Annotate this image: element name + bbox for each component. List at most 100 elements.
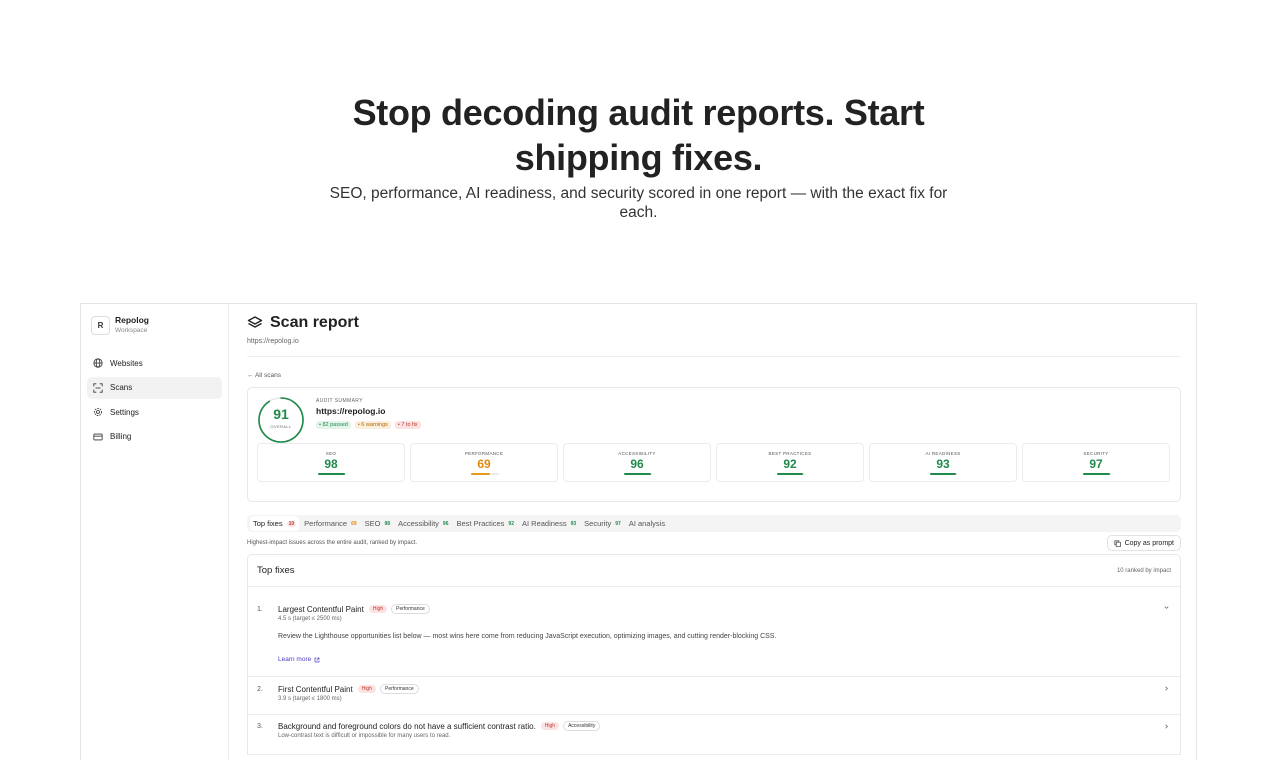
sidebar-item-label: Websites [110,358,143,368]
fix-item-1[interactable]: 1. Largest Contentful Paint High Perform… [248,587,1180,677]
summary-url: https://repolog.io [316,406,386,416]
sidebar: R Repolog Workspace Websites Scans Setti… [81,304,229,760]
category-score: 98 [324,457,338,471]
fix-subtitle: Low-contrast text is difficult or imposs… [278,733,451,739]
copy-icon [1114,540,1121,547]
category-bar [624,473,652,475]
category-card-seo[interactable]: SEO 98 [257,443,405,482]
severity-badge: High [368,605,388,613]
fix-title: Background and foreground colors do not … [278,721,536,731]
chevron-right-icon[interactable] [1163,723,1170,730]
fix-subtitle: 3.9 s (target ≤ 1800 ms) [278,696,342,702]
tab-ai-readiness[interactable]: AI Readiness 93 [519,516,579,531]
credit-card-icon [93,433,103,440]
category-name: SEO [325,451,337,456]
category-name: AI Readiness [925,451,961,456]
tab-count: 93 [570,520,577,527]
sidebar-item-label: Billing [110,432,132,441]
sidebar-item-websites[interactable]: Websites [87,352,222,374]
hero: Stop decoding audit reports. Start shipp… [0,90,1277,222]
category-card-ai-readiness[interactable]: AI Readiness 93 [869,443,1017,482]
tab-label: Top fixes [253,519,283,528]
sidebar-item-settings[interactable]: Settings [87,401,222,423]
gear-icon [93,407,103,417]
workspace-switcher[interactable]: R Repolog Workspace [81,304,228,336]
category-bar [1083,473,1111,475]
tab-count: 10 [286,520,297,527]
category-name: Performance [464,451,504,456]
tab-label: Performance [304,519,348,528]
category-name: Security [1083,451,1109,456]
category-scores: SEO 98 Performance 69 Accessibility 96 B… [257,443,1170,482]
fix-title: Largest Contentful Paint [278,604,364,614]
copy-as-prompt-button[interactable]: Copy as prompt [1106,535,1181,551]
tab-label: Security [584,519,612,528]
category-bar-fill [471,473,491,475]
tab-performance[interactable]: Performance 69 [301,516,360,531]
fix-item-3[interactable]: 3. Background and foreground colors do n… [248,715,1180,755]
severity-badge: High [540,722,560,730]
tab-label: AI Readiness [521,519,567,528]
tab-security[interactable]: Security 97 [581,516,624,531]
tab-label: Accessibility [398,519,439,528]
sidebar-item-billing[interactable]: Billing [87,426,222,448]
back-link[interactable]: ← All scans [247,372,1181,379]
hero-title: Stop decoding audit reports. Start shipp… [352,92,925,178]
app-window: R Repolog Workspace Websites Scans Setti… [80,303,1197,760]
workspace-subtitle: Workspace [115,327,148,334]
tab-ai-analysis[interactable]: AI analysis [626,516,668,531]
chevron-down-icon[interactable] [1163,604,1170,611]
tab-accessibility[interactable]: Accessibility 96 [395,516,451,531]
learn-more-label: Learn more [278,656,312,663]
category-card-performance[interactable]: Performance 69 [410,443,558,482]
tab-count: 92 [508,520,514,527]
category-score: 97 [1089,457,1103,471]
category-bar [930,473,958,475]
sidebar-nav: Websites Scans Settings Billing [81,352,228,448]
summary-kicker: AUDIT SUMMARY [316,398,363,404]
category-bar-fill [777,473,803,475]
category-score: 96 [630,457,644,471]
tab-count: 98 [384,520,391,527]
fix-index: 3. [257,723,263,730]
category-bar-fill [318,473,346,475]
external-link-icon [314,657,320,662]
sidebar-item-label: Settings [110,407,139,417]
sidebar-item-scans[interactable]: Scans [87,376,222,399]
learn-more-link[interactable]: Learn more [278,656,1171,663]
category-card-best-practices[interactable]: Best Practices 92 [716,443,864,482]
category-bar-fill [624,473,651,475]
to-fix-chip: • 7 to fix [394,421,421,429]
category-card-accessibility[interactable]: Accessibility 96 [563,443,711,482]
category-score: 69 [477,457,491,471]
audit-summary-card: 91 OVERALL AUDIT SUMMARY https://repolog… [247,387,1181,502]
severity-badge: High [357,685,376,693]
tab-description: Highest-impact issues across the entire … [247,540,418,546]
category-badge: Performance [391,604,430,614]
category-score: 92 [783,457,797,471]
overall-label: OVERALL [270,424,292,429]
tab-label: Best Practices [456,519,505,528]
overall-score: 91 [273,406,289,422]
scan-icon [93,382,103,393]
fix-item-2[interactable]: 2. First Contentful Paint High Performan… [248,677,1180,715]
workspace-avatar: R [91,316,110,335]
category-bar-fill [1083,473,1111,475]
tab-label: AI analysis [628,519,666,528]
category-bar-fill [930,473,957,475]
chevron-right-icon[interactable] [1163,685,1170,692]
tab-best-practices[interactable]: Best Practices 92 [453,516,517,531]
category-score: 93 [936,457,950,471]
report-url: https://repolog.io [247,338,299,345]
top-fixes-panel: Top fixes 10 ranked by impact 1. Largest… [247,554,1181,755]
tab-top-fixes[interactable]: Top fixes 10 [250,516,300,531]
report-tabs: Top fixes 10 Performance 69 SEO 98 Accessib… [247,515,1181,532]
sidebar-item-label: Scans [110,383,133,392]
tab-count: 97 [615,520,621,527]
category-card-security[interactable]: Security 97 [1022,443,1170,482]
tab-seo[interactable]: SEO 98 [362,516,393,531]
main-content: Scan report https://repolog.io ← All sca… [247,304,1181,760]
tab-label: SEO [364,519,381,528]
fixes-title: Top fixes [257,565,295,576]
divider [247,356,1181,357]
